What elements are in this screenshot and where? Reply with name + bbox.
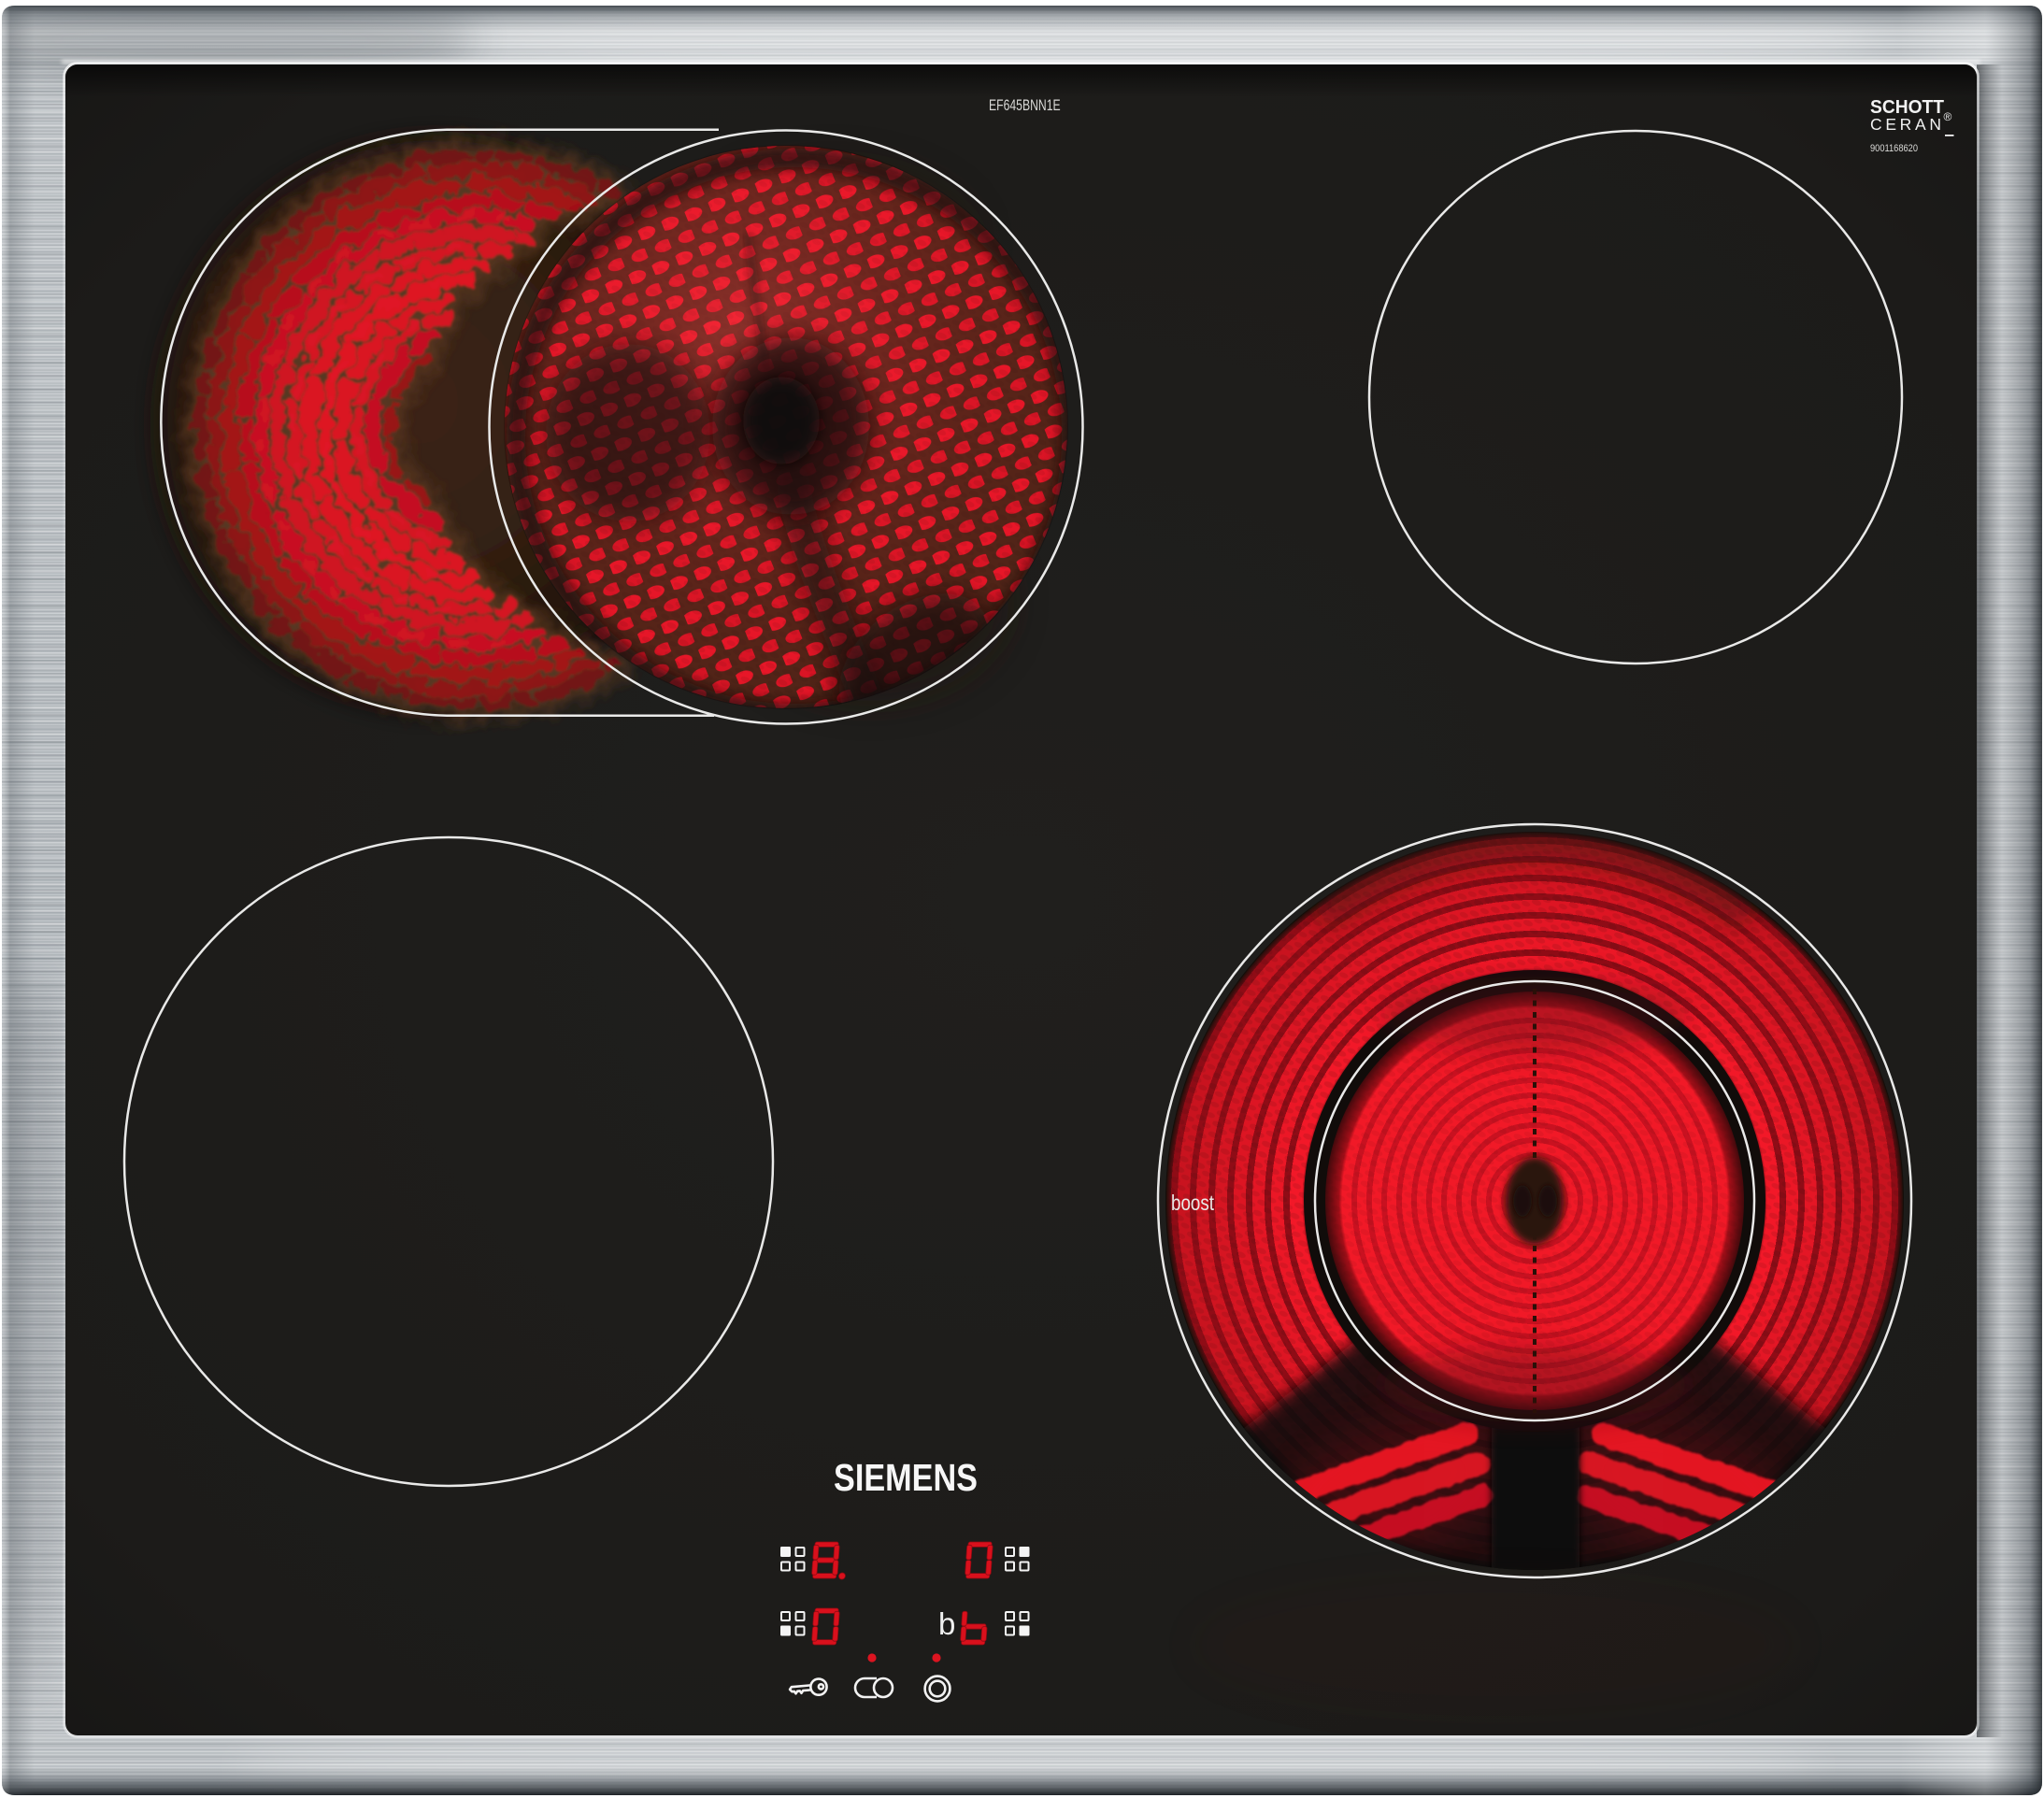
svg-text:®: ®: [1944, 110, 1952, 123]
svg-text:b: b: [938, 1606, 955, 1641]
svg-text:boost: boost: [1171, 1191, 1214, 1215]
svg-text:CERAN: CERAN: [1870, 115, 1941, 134]
svg-text:SIEMENS: SIEMENS: [834, 1456, 978, 1499]
svg-text:9001168620: 9001168620: [1870, 143, 1918, 154]
svg-text:EF645BNN1E: EF645BNN1E: [989, 97, 1061, 114]
